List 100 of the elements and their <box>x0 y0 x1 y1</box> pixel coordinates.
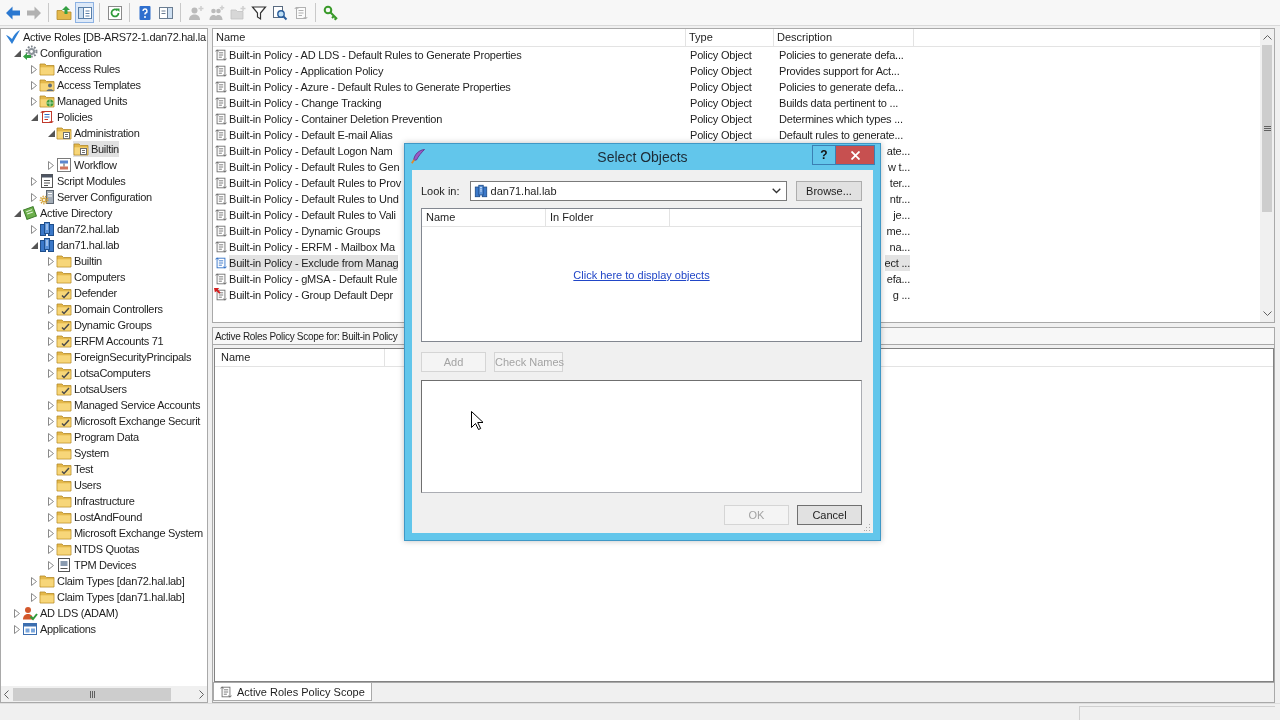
horizontal-scrollbar[interactable] <box>1 686 207 702</box>
tree-item[interactable]: System <box>56 445 109 461</box>
tree-item[interactable]: NTDS Quotas <box>56 541 140 557</box>
tree-item[interactable]: AD LDS (ADAM) <box>22 605 118 621</box>
chevron-right-icon[interactable] <box>199 689 204 699</box>
tree-item[interactable]: Server Configuration <box>39 189 152 205</box>
collapse-triangle-icon[interactable] <box>47 129 55 137</box>
display-objects-link[interactable]: Click here to display objects <box>573 269 710 281</box>
expand-triangle-icon[interactable] <box>48 416 54 426</box>
expand-triangle-icon[interactable] <box>31 576 37 586</box>
column-header[interactable]: Description <box>774 29 914 46</box>
vertical-scrollbar[interactable] <box>1260 29 1274 322</box>
policy-name[interactable]: Built-in Policy - Default Rules to Vali <box>229 207 396 223</box>
policy-name[interactable]: Built-in Policy - Default Logon Nam <box>229 143 393 159</box>
tab[interactable]: Active Roles Policy Scope <box>213 683 372 701</box>
tree-item[interactable]: Managed Units <box>39 93 128 109</box>
tree-item[interactable]: Microsoft Exchange System <box>56 525 203 541</box>
policy-name[interactable]: Built-in Policy - Default Rules to Gen <box>229 159 400 175</box>
tree-item[interactable]: Claim Types [dan72.hal.lab] <box>39 573 185 589</box>
policy-name[interactable]: Built-in Policy - Azure - Default Rules to Generate Properties <box>229 79 511 95</box>
policy-name[interactable]: Built-in Policy - Container Deletion Prevention <box>229 111 443 127</box>
tree-item[interactable]: Builtin <box>56 253 102 269</box>
tree-item[interactable]: Defender <box>56 285 117 301</box>
tree-item[interactable]: Workflow <box>56 157 117 173</box>
column-header[interactable]: Name <box>213 29 686 46</box>
expand-triangle-icon[interactable] <box>48 304 54 314</box>
expand-triangle-icon[interactable] <box>48 352 54 362</box>
tree-item[interactable]: dan71.hal.lab <box>39 237 120 253</box>
policy-name[interactable]: Built-in Policy - Default Rules to Und <box>229 191 399 207</box>
policy-name[interactable]: Built-in Policy - ERFM - Mailbox Ma <box>229 239 395 255</box>
tree-item[interactable]: Managed Service Accounts <box>56 397 201 413</box>
policy-name[interactable]: Built-in Policy - Default E-mail Alias <box>229 127 393 143</box>
tree-item[interactable]: Users <box>56 477 102 493</box>
tree-item[interactable]: LostAndFound <box>56 509 142 525</box>
expand-triangle-icon[interactable] <box>48 256 54 266</box>
tree-item[interactable]: TPM Devices <box>56 557 137 573</box>
tree-item[interactable]: LotsaUsers <box>56 381 127 397</box>
object-names-field[interactable] <box>421 380 862 493</box>
collapse-triangle-icon[interactable] <box>13 209 21 217</box>
expand-triangle-icon[interactable] <box>48 288 54 298</box>
policy-name[interactable]: Built-in Policy - Exclude from Manag <box>229 255 399 271</box>
expand-triangle-icon[interactable] <box>48 320 54 330</box>
expand-triangle-icon[interactable] <box>48 432 54 442</box>
scroll-thumb[interactable] <box>1262 45 1272 212</box>
expand-triangle-icon[interactable] <box>31 176 37 186</box>
tree-item[interactable]: Policies <box>39 109 93 125</box>
expand-triangle-icon[interactable] <box>48 160 54 170</box>
expand-triangle-icon[interactable] <box>14 608 20 618</box>
tree-item[interactable]: Microsoft Exchange Securit <box>56 413 201 429</box>
expand-triangle-icon[interactable] <box>48 368 54 378</box>
tree-item[interactable]: Program Data <box>56 429 139 445</box>
close-button[interactable] <box>835 145 875 165</box>
expand-triangle-icon[interactable] <box>48 512 54 522</box>
expand-triangle-icon[interactable] <box>31 192 37 202</box>
policy-name[interactable]: Built-in Policy - Dynamic Groups <box>229 223 381 239</box>
expand-triangle-icon[interactable] <box>48 560 54 570</box>
expand-triangle-icon[interactable] <box>31 64 37 74</box>
column-header[interactable]: In Folder <box>546 209 670 226</box>
expand-triangle-icon[interactable] <box>48 496 54 506</box>
tree-item[interactable]: Domain Controllers <box>56 301 163 317</box>
tree-item[interactable]: Test <box>56 461 93 477</box>
expand-triangle-icon[interactable] <box>48 448 54 458</box>
tree-item[interactable]: ERFM Accounts 71 <box>56 333 164 349</box>
expand-triangle-icon[interactable] <box>31 224 37 234</box>
collapse-triangle-icon[interactable] <box>30 113 38 121</box>
scroll-thumb[interactable] <box>13 687 171 701</box>
expand-triangle-icon[interactable] <box>14 624 20 634</box>
tree-item[interactable]: Builtin <box>73 141 119 157</box>
tree-item[interactable]: ForeignSecurityPrincipals <box>56 349 192 365</box>
expand-triangle-icon[interactable] <box>48 336 54 346</box>
tree-item[interactable]: Active Directory <box>22 205 113 221</box>
resize-grip-icon[interactable] <box>864 524 871 531</box>
policy-name[interactable]: Built-in Policy - Change Tracking <box>229 95 382 111</box>
expand-triangle-icon[interactable] <box>31 96 37 106</box>
tree-item[interactable]: Claim Types [dan71.hal.lab] <box>39 589 185 605</box>
expand-triangle-icon[interactable] <box>48 544 54 554</box>
tree-item[interactable]: Applications <box>22 621 96 637</box>
console-tree-button[interactable] <box>75 2 94 23</box>
chevron-left-icon[interactable] <box>4 689 9 699</box>
tree-item[interactable]: Dynamic Groups <box>56 317 152 333</box>
tree-item[interactable]: dan72.hal.lab <box>39 221 120 237</box>
tree-item[interactable]: Administration <box>56 125 140 141</box>
tree-item[interactable]: LotsaComputers <box>56 365 151 381</box>
expand-triangle-icon[interactable] <box>48 272 54 282</box>
chevron-down-icon[interactable] <box>1262 311 1272 316</box>
expand-triangle-icon[interactable] <box>48 528 54 538</box>
chevron-up-icon[interactable] <box>1262 35 1272 40</box>
policy-name[interactable]: Built-in Policy - AD LDS - Default Rules to Generate Properties <box>229 47 522 63</box>
policy-name[interactable]: Built-in Policy - Application Policy <box>229 63 384 79</box>
policy-name[interactable]: Built-in Policy - Default Rules to Prov <box>229 175 401 191</box>
expand-triangle-icon[interactable] <box>48 400 54 410</box>
collapse-triangle-icon[interactable] <box>13 49 21 57</box>
expand-triangle-icon[interactable] <box>31 592 37 602</box>
policy-name[interactable]: Built-in Policy - gMSA - Default Rule <box>229 271 398 287</box>
column-header[interactable]: Name <box>215 349 385 366</box>
expand-triangle-icon[interactable] <box>31 80 37 90</box>
tree-item[interactable]: Active Roles [DB-ARS72-1.dan72.hal.la <box>5 29 206 45</box>
look-in-dropdown[interactable]: dan71.hal.lab <box>469 181 787 201</box>
tree-item[interactable]: Script Modules <box>39 173 126 189</box>
tree-item[interactable]: Infrastructure <box>56 493 135 509</box>
